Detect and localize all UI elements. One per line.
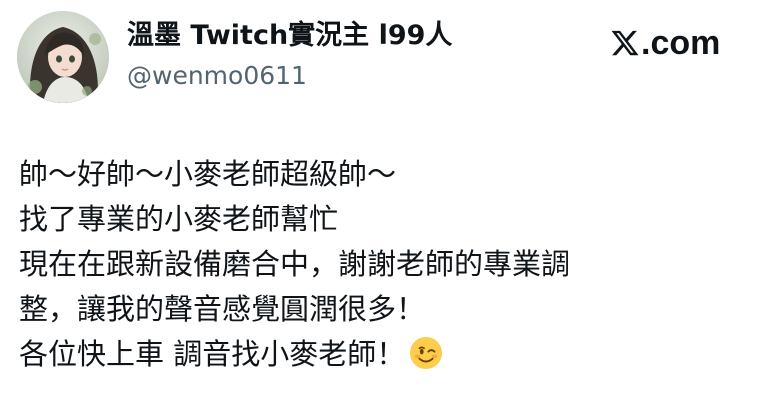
tweet-line: 找了專業的小麥老師幫忙 (19, 202, 339, 236)
avatar-illustration-icon (17, 11, 109, 103)
brand-domain-text: .com (641, 24, 721, 62)
username-handle[interactable]: @wenmo0611 (127, 61, 307, 91)
x-logo-icon (611, 30, 639, 56)
winking-face-emoji-icon (409, 336, 443, 370)
tweet-line: 各位快上車 調音找小麥老師！ (19, 337, 406, 371)
tweet-line: 現在在跟新設備磨合中，謝謝老師的專業調 (19, 247, 571, 281)
tweet-card: 溫墨 Twitch實況主 l99人 @wenmo0611 .com 帥～好帥～小… (0, 0, 768, 406)
x-brand: .com (610, 24, 720, 62)
avatar[interactable] (17, 11, 109, 103)
tweet-line: 帥～好帥～小麥老師超級帥～ (19, 157, 397, 191)
tweet-line: 整，讓我的聲音感覺圓潤很多！ (19, 292, 426, 326)
display-name[interactable]: 溫墨 Twitch實況主 l99人 (127, 19, 452, 53)
tweet-last-line: 各位快上車 調音找小麥老師！ (19, 332, 759, 377)
tweet-text: 帥～好帥～小麥老師超級帥～ 找了專業的小麥老師幫忙 現在在跟新設備磨合中，謝謝老… (19, 152, 759, 377)
